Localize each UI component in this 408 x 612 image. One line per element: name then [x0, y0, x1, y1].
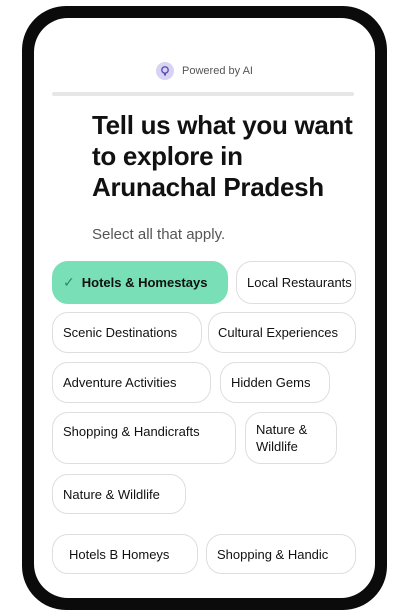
- chip-label: Nature & Wildlife: [63, 486, 160, 502]
- chip-label: Shopping & Handicrafts: [63, 424, 200, 439]
- chip-nature-wildlife[interactable]: Nature & Wildlife: [245, 412, 337, 464]
- chip-label: Hotels B Homeys: [69, 546, 170, 562]
- chip-cultural-experiences[interactable]: Cultural Experiences: [208, 312, 356, 353]
- chip-nature-wildlife-2[interactable]: Nature & Wildlife: [52, 474, 186, 514]
- chip-adventure-activities[interactable]: Adventure Activities: [52, 362, 211, 403]
- chip-hidden-gems[interactable]: Hidden Gems: [220, 362, 330, 403]
- chip-shopping-handicrafts[interactable]: Shopping & Handicrafts: [52, 412, 236, 464]
- chip-label: Hidden Gems: [231, 375, 311, 390]
- powered-label: Powered by AI: [182, 65, 253, 77]
- powered-by-ai: Powered by AI: [34, 62, 375, 80]
- progress-bar: [52, 92, 354, 96]
- chip-label: Hotels & Homestays: [81, 275, 208, 290]
- chip-hotels-homeys[interactable]: Hotels B Homeys: [52, 534, 198, 574]
- page-title: Tell us what you want to explore in Arun…: [92, 110, 353, 202]
- chip-shopping-handic[interactable]: Shopping & Handic: [206, 534, 356, 574]
- chip-label: Scenic Destinations: [63, 325, 178, 340]
- page-subtitle: Select all that apply.: [92, 226, 226, 243]
- ai-icon: [156, 62, 175, 80]
- chip-label: Shopping & Handic: [217, 546, 329, 562]
- check-icon: ✓: [63, 274, 75, 290]
- phone-frame: Powered by AI Tell us what you want to e…: [22, 6, 387, 610]
- chip-label: Cultural Experiences: [218, 325, 338, 340]
- chip-local-restaurants[interactable]: Local Restaurants: [236, 261, 356, 304]
- chip-label: Nature & Wildlife: [256, 422, 308, 454]
- phone-screen: Powered by AI Tell us what you want to e…: [34, 18, 375, 598]
- chip-hotels-homestays[interactable]: ✓ Hotels & Homestays: [52, 261, 228, 304]
- chip-label: Adventure Activities: [63, 375, 177, 390]
- chip-label: Local Restaurants: [247, 275, 352, 290]
- chip-scenic-destinations[interactable]: Scenic Destinations: [52, 312, 202, 353]
